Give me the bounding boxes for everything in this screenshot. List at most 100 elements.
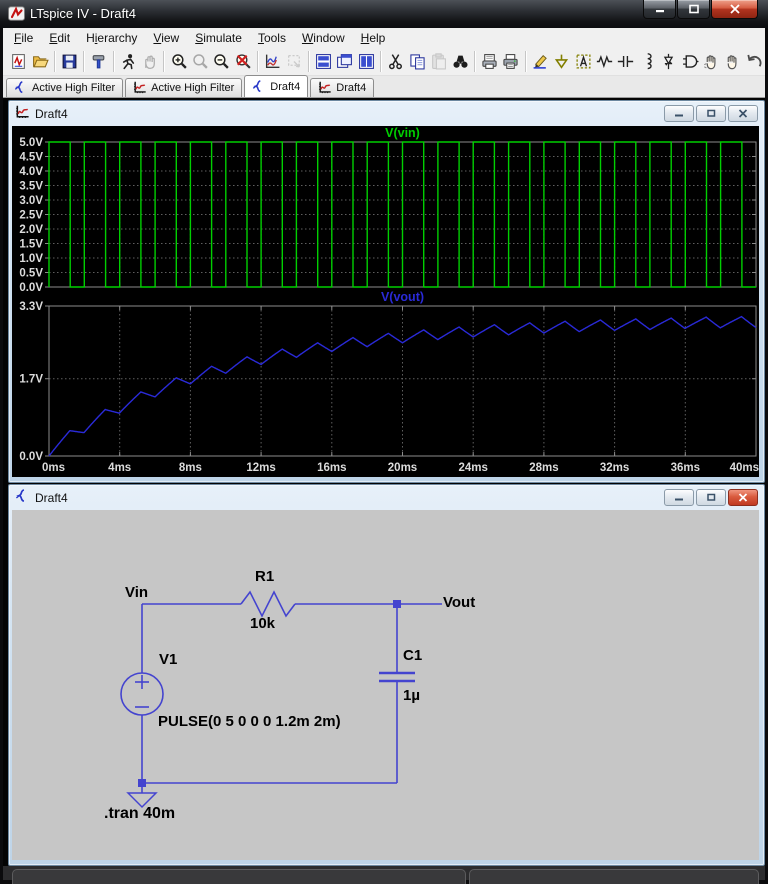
tile-horizontal-button[interactable]: [313, 50, 334, 73]
inductor-button[interactable]: [637, 50, 658, 73]
maximize-button[interactable]: [677, 0, 710, 19]
x-axis-label: 36ms: [671, 462, 700, 474]
x-axis-label: 32ms: [600, 462, 629, 474]
close-button[interactable]: [711, 0, 758, 19]
copy-icon: [410, 53, 425, 69]
x-axis-label: 4ms: [108, 462, 131, 474]
find-button[interactable]: [449, 50, 470, 73]
undo-button[interactable]: [744, 50, 765, 73]
schematic-doc-icon: [14, 81, 23, 94]
source-value[interactable]: PULSE(0 5 0 0 0 1.2m 2m): [158, 713, 341, 730]
copy-button[interactable]: [407, 50, 428, 73]
wave-minimize-button[interactable]: [664, 105, 694, 122]
schematic-canvas[interactable]: Vin R1 10k Vout V1 PULSE(0 5 0 0 0 1.2m …: [12, 510, 759, 860]
schematic-window: Draft4 Vin R1 10k Vout V1 PULSE(0 5 0 0 …: [8, 484, 765, 866]
y-axis-label: 5.0V: [19, 137, 43, 149]
zoom-in-button[interactable]: [168, 50, 189, 73]
main-titlebar[interactable]: LTspice IV - Draft4: [0, 0, 768, 28]
open-icon: [32, 55, 49, 67]
open-button[interactable]: [29, 50, 50, 73]
drag-button[interactable]: [722, 50, 743, 73]
minimize-button[interactable]: [643, 0, 676, 19]
waveform-plot-area[interactable]: V(vin) 5.0V 4.5V 4.0V 3.5V 3.0V 2.5V 2.0V 1.5V 1.…: [12, 126, 759, 477]
undo-icon: [747, 54, 762, 67]
tab-3-draft4[interactable]: Draft4: [310, 78, 375, 97]
wave-restore-button[interactable]: [696, 105, 726, 122]
move-button[interactable]: [701, 50, 722, 73]
menu-view[interactable]: View: [145, 30, 187, 46]
x-axis-label: 20ms: [388, 462, 417, 474]
print-preview-button[interactable]: [479, 50, 500, 73]
wave-close-button[interactable]: [728, 105, 758, 122]
ltspice-application: { "window": { "title": "LTspice IV - Dra…: [0, 0, 768, 884]
menu-tools[interactable]: Tools: [250, 30, 294, 46]
menu-hierarchy[interactable]: Hierarchy: [78, 30, 145, 46]
autorange-icon: [266, 54, 280, 68]
waveform-window-titlebar[interactable]: Draft4: [9, 101, 764, 126]
autorange-button[interactable]: [262, 50, 283, 73]
spice-directive[interactable]: .tran 40m: [104, 805, 175, 823]
tab-0-active-high-filter[interactable]: Active High Filter: [6, 78, 124, 97]
resistor-R1: [240, 590, 296, 618]
toolbar-separator: [380, 50, 383, 72]
print-button[interactable]: [500, 50, 521, 73]
net-label-vout[interactable]: Vout: [443, 594, 475, 611]
menu-file[interactable]: File: [6, 30, 41, 46]
cascade-button[interactable]: [334, 50, 355, 73]
zoom-full-button[interactable]: [233, 50, 254, 73]
tab-label: Draft4: [270, 80, 301, 93]
capacitor-value[interactable]: 1µ: [403, 687, 420, 704]
resistor-button[interactable]: [594, 50, 615, 73]
run-button[interactable]: [118, 50, 139, 73]
waveform-plot[interactable]: V(vin) 5.0V 4.5V 4.0V 3.5V 3.0V 2.5V 2.0V 1.5V 1.…: [12, 126, 759, 477]
tile-vertical-button[interactable]: [356, 50, 377, 73]
run-icon: [122, 53, 134, 69]
zoom-full-icon: [236, 53, 251, 69]
trace-label-vin[interactable]: V(vin): [385, 126, 420, 140]
component-button[interactable]: [679, 50, 700, 73]
menu-edit[interactable]: Edit: [41, 30, 78, 46]
schem-close-button[interactable]: [728, 489, 758, 506]
tab-label: Active High Filter: [32, 82, 116, 94]
mark-data-button[interactable]: [283, 50, 304, 73]
menu-simulate[interactable]: Simulate: [187, 30, 250, 46]
halt-button[interactable]: [139, 50, 160, 73]
tab-2-draft4[interactable]: Draft4: [244, 75, 309, 97]
cut-button[interactable]: [385, 50, 406, 73]
y-axis-label: 3.5V: [19, 181, 43, 193]
paste-button[interactable]: [428, 50, 449, 73]
zoom-out-button[interactable]: [211, 50, 232, 73]
wire-button[interactable]: [530, 50, 551, 73]
diode-button[interactable]: [658, 50, 679, 73]
collapsed-window-tab[interactable]: [469, 869, 759, 884]
toolbar-separator: [307, 50, 310, 72]
menu-window[interactable]: Window: [294, 30, 353, 46]
control-panel-button[interactable]: [88, 50, 109, 73]
source-name[interactable]: V1: [159, 651, 177, 668]
tab-1-active-high-filter[interactable]: Active High Filter: [125, 78, 243, 97]
schem-restore-button[interactable]: [696, 489, 726, 506]
save-button[interactable]: [59, 50, 80, 73]
zoom-back-button[interactable]: [190, 50, 211, 73]
x-axis-label: 8ms: [179, 462, 202, 474]
toolbar-separator: [473, 50, 476, 72]
cascade-icon: [337, 53, 353, 68]
capacitor-name[interactable]: C1: [403, 647, 422, 664]
resistor-name[interactable]: R1: [255, 568, 274, 585]
waveform-doc-icon: [16, 105, 29, 118]
control-panel-icon: [93, 54, 105, 68]
zoom-in-icon: [171, 53, 187, 69]
new-schematic-button[interactable]: [8, 50, 29, 73]
label-button[interactable]: [572, 50, 593, 73]
trace-label-vout[interactable]: V(vout): [381, 290, 424, 304]
menu-help[interactable]: Help: [353, 30, 394, 46]
schem-minimize-button[interactable]: [664, 489, 694, 506]
schematic-window-titlebar[interactable]: Draft4: [9, 485, 764, 510]
net-label-vin[interactable]: Vin: [125, 584, 148, 601]
collapsed-window-tab[interactable]: [12, 869, 466, 884]
capacitor-button[interactable]: [615, 50, 636, 73]
ground-button[interactable]: [551, 50, 572, 73]
y-axis-label: 0.5V: [19, 268, 43, 280]
inductor-icon: [647, 52, 652, 69]
resistor-value[interactable]: 10k: [250, 615, 275, 632]
